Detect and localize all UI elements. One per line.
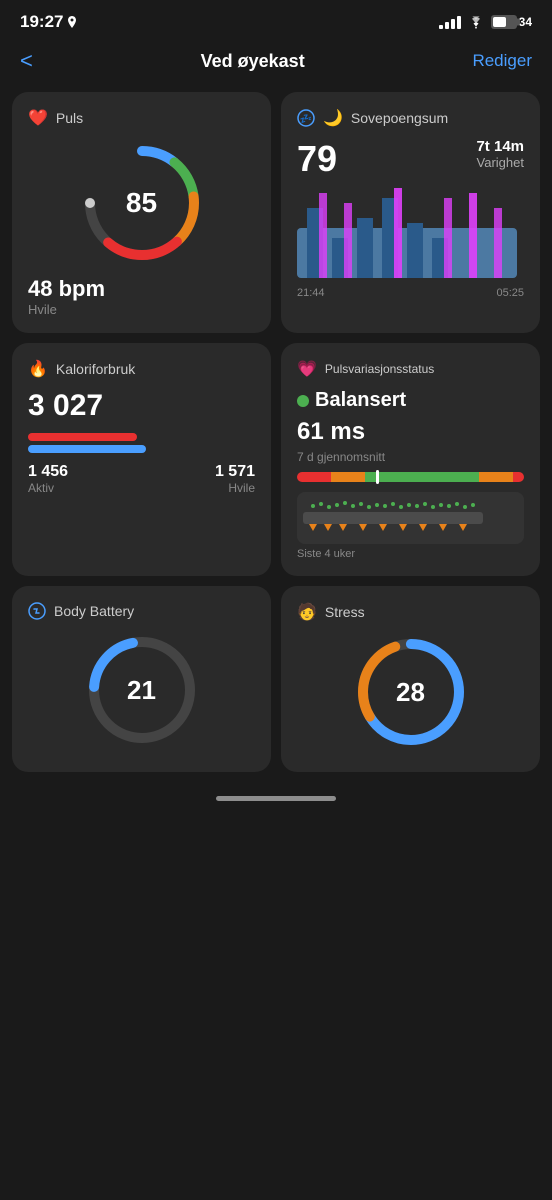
kalori-card[interactable]: 🔥 Kaloriforbruk 3 027 1 456 Aktiv 1 571 … (12, 343, 271, 576)
battery-text: 34 (519, 15, 532, 29)
bpm-label: Hvile (28, 302, 255, 317)
sleep-card[interactable]: 💤 🌙 Sovepoengsum 79 7t 14m Varighet (281, 92, 540, 333)
svg-text:💤: 💤 (300, 114, 312, 125)
gauge-container: 85 (28, 138, 255, 268)
body-battery-donut: 21 (28, 630, 255, 750)
stress-title: Stress (325, 604, 365, 620)
status-icons: 34 (439, 15, 532, 29)
hrv-header: 💗 Pulsvariasjonsstatus (297, 359, 524, 379)
sleep-duration-time: 7t 14m (476, 138, 524, 155)
sleep-icon-emoji: 🌙 (323, 108, 343, 128)
hrv-status: Balansert (315, 389, 406, 412)
kalori-title: Kaloriforbruk (56, 361, 135, 377)
kalori-total: 3 027 (28, 389, 255, 423)
battery-icon: 34 (491, 15, 532, 29)
heart-icon: ❤️ (28, 108, 48, 128)
hrv-chart-svg (303, 498, 483, 533)
hrv-status-dot (297, 395, 309, 407)
hrv-mini-chart (297, 492, 524, 544)
time-text: 19:27 (20, 12, 63, 32)
page-title: Ved øyekast (201, 51, 305, 72)
calorie-labels: 1 456 Aktiv 1 571 Hvile (28, 463, 255, 495)
rest-bar (28, 445, 146, 453)
wifi-icon (467, 16, 485, 29)
rest-label: 1 571 Hvile (215, 463, 255, 495)
sleep-end-time: 05:25 (496, 287, 524, 299)
body-battery-card[interactable]: Body Battery 21 (12, 586, 271, 772)
hrv-avg-label: 7 d gjennomsnitt (297, 450, 524, 464)
sleep-start-time: 21:44 (297, 287, 325, 299)
back-button[interactable]: < (20, 48, 33, 74)
active-label: 1 456 Aktiv (28, 463, 68, 495)
location-icon (67, 16, 77, 29)
calorie-bars (28, 433, 255, 453)
puls-title: Puls (56, 110, 83, 126)
bpm-value: 48 bpm (28, 276, 255, 302)
status-time: 19:27 (20, 12, 77, 32)
hrv-card[interactable]: 💗 Pulsvariasjonsstatus Balansert 61 ms 7… (281, 343, 540, 576)
nav-bar: < Ved øyekast Rediger (0, 40, 552, 86)
status-bar: 19:27 34 (0, 0, 552, 40)
stress-card[interactable]: 🧑 Stress 28 (281, 586, 540, 772)
hrv-icon: 💗 (297, 359, 317, 379)
puls-header: ❤️ Puls (28, 108, 255, 128)
body-battery-value: 21 (127, 675, 156, 706)
body-battery-title: Body Battery (54, 603, 134, 619)
hvile-num: 1 571 (215, 463, 255, 481)
hvile-label: Hvile (215, 481, 255, 495)
hrv-status-row: Balansert (297, 389, 524, 412)
sleep-header: 💤 🌙 Sovepoengsum (297, 108, 524, 128)
hrv-title: Pulsvariasjonsstatus (325, 362, 434, 376)
kalori-header: 🔥 Kaloriforbruk (28, 359, 255, 379)
puls-card[interactable]: ❤️ Puls 85 48 bpm Hvile (12, 92, 271, 333)
aktiv-num: 1 456 (28, 463, 68, 481)
sleep-title: Sovepoengsum (351, 110, 448, 126)
active-bar (28, 433, 137, 441)
signal-icon (439, 16, 461, 29)
hrv-value: 61 ms (297, 418, 524, 446)
stress-icon: 🧑 (297, 602, 317, 622)
edit-button[interactable]: Rediger (472, 51, 532, 71)
body-battery-header: Body Battery (28, 602, 255, 620)
gauge-value: 85 (126, 187, 157, 219)
body-battery-icon (28, 602, 46, 620)
hrv-weeks-label: Siste 4 uker (297, 548, 524, 560)
main-grid: ❤️ Puls 85 48 bpm Hvile (0, 86, 552, 784)
sleep-score: 79 (297, 138, 337, 180)
home-indicator (216, 796, 336, 801)
sleep-duration-label: Varighet (476, 155, 524, 170)
stress-value: 28 (396, 677, 425, 708)
flame-icon: 🔥 (28, 359, 48, 379)
sleep-chart: 21:44 05:25 (297, 188, 524, 299)
sleep-chart-svg (297, 188, 517, 278)
hrv-range-bar (297, 472, 524, 482)
aktiv-label: Aktiv (28, 481, 68, 495)
chart-time: 21:44 05:25 (297, 287, 524, 299)
bottom-indicator (0, 784, 552, 809)
stress-donut: 28 (297, 632, 524, 752)
stress-header: 🧑 Stress (297, 602, 524, 622)
sleep-icon: 💤 (297, 109, 315, 127)
